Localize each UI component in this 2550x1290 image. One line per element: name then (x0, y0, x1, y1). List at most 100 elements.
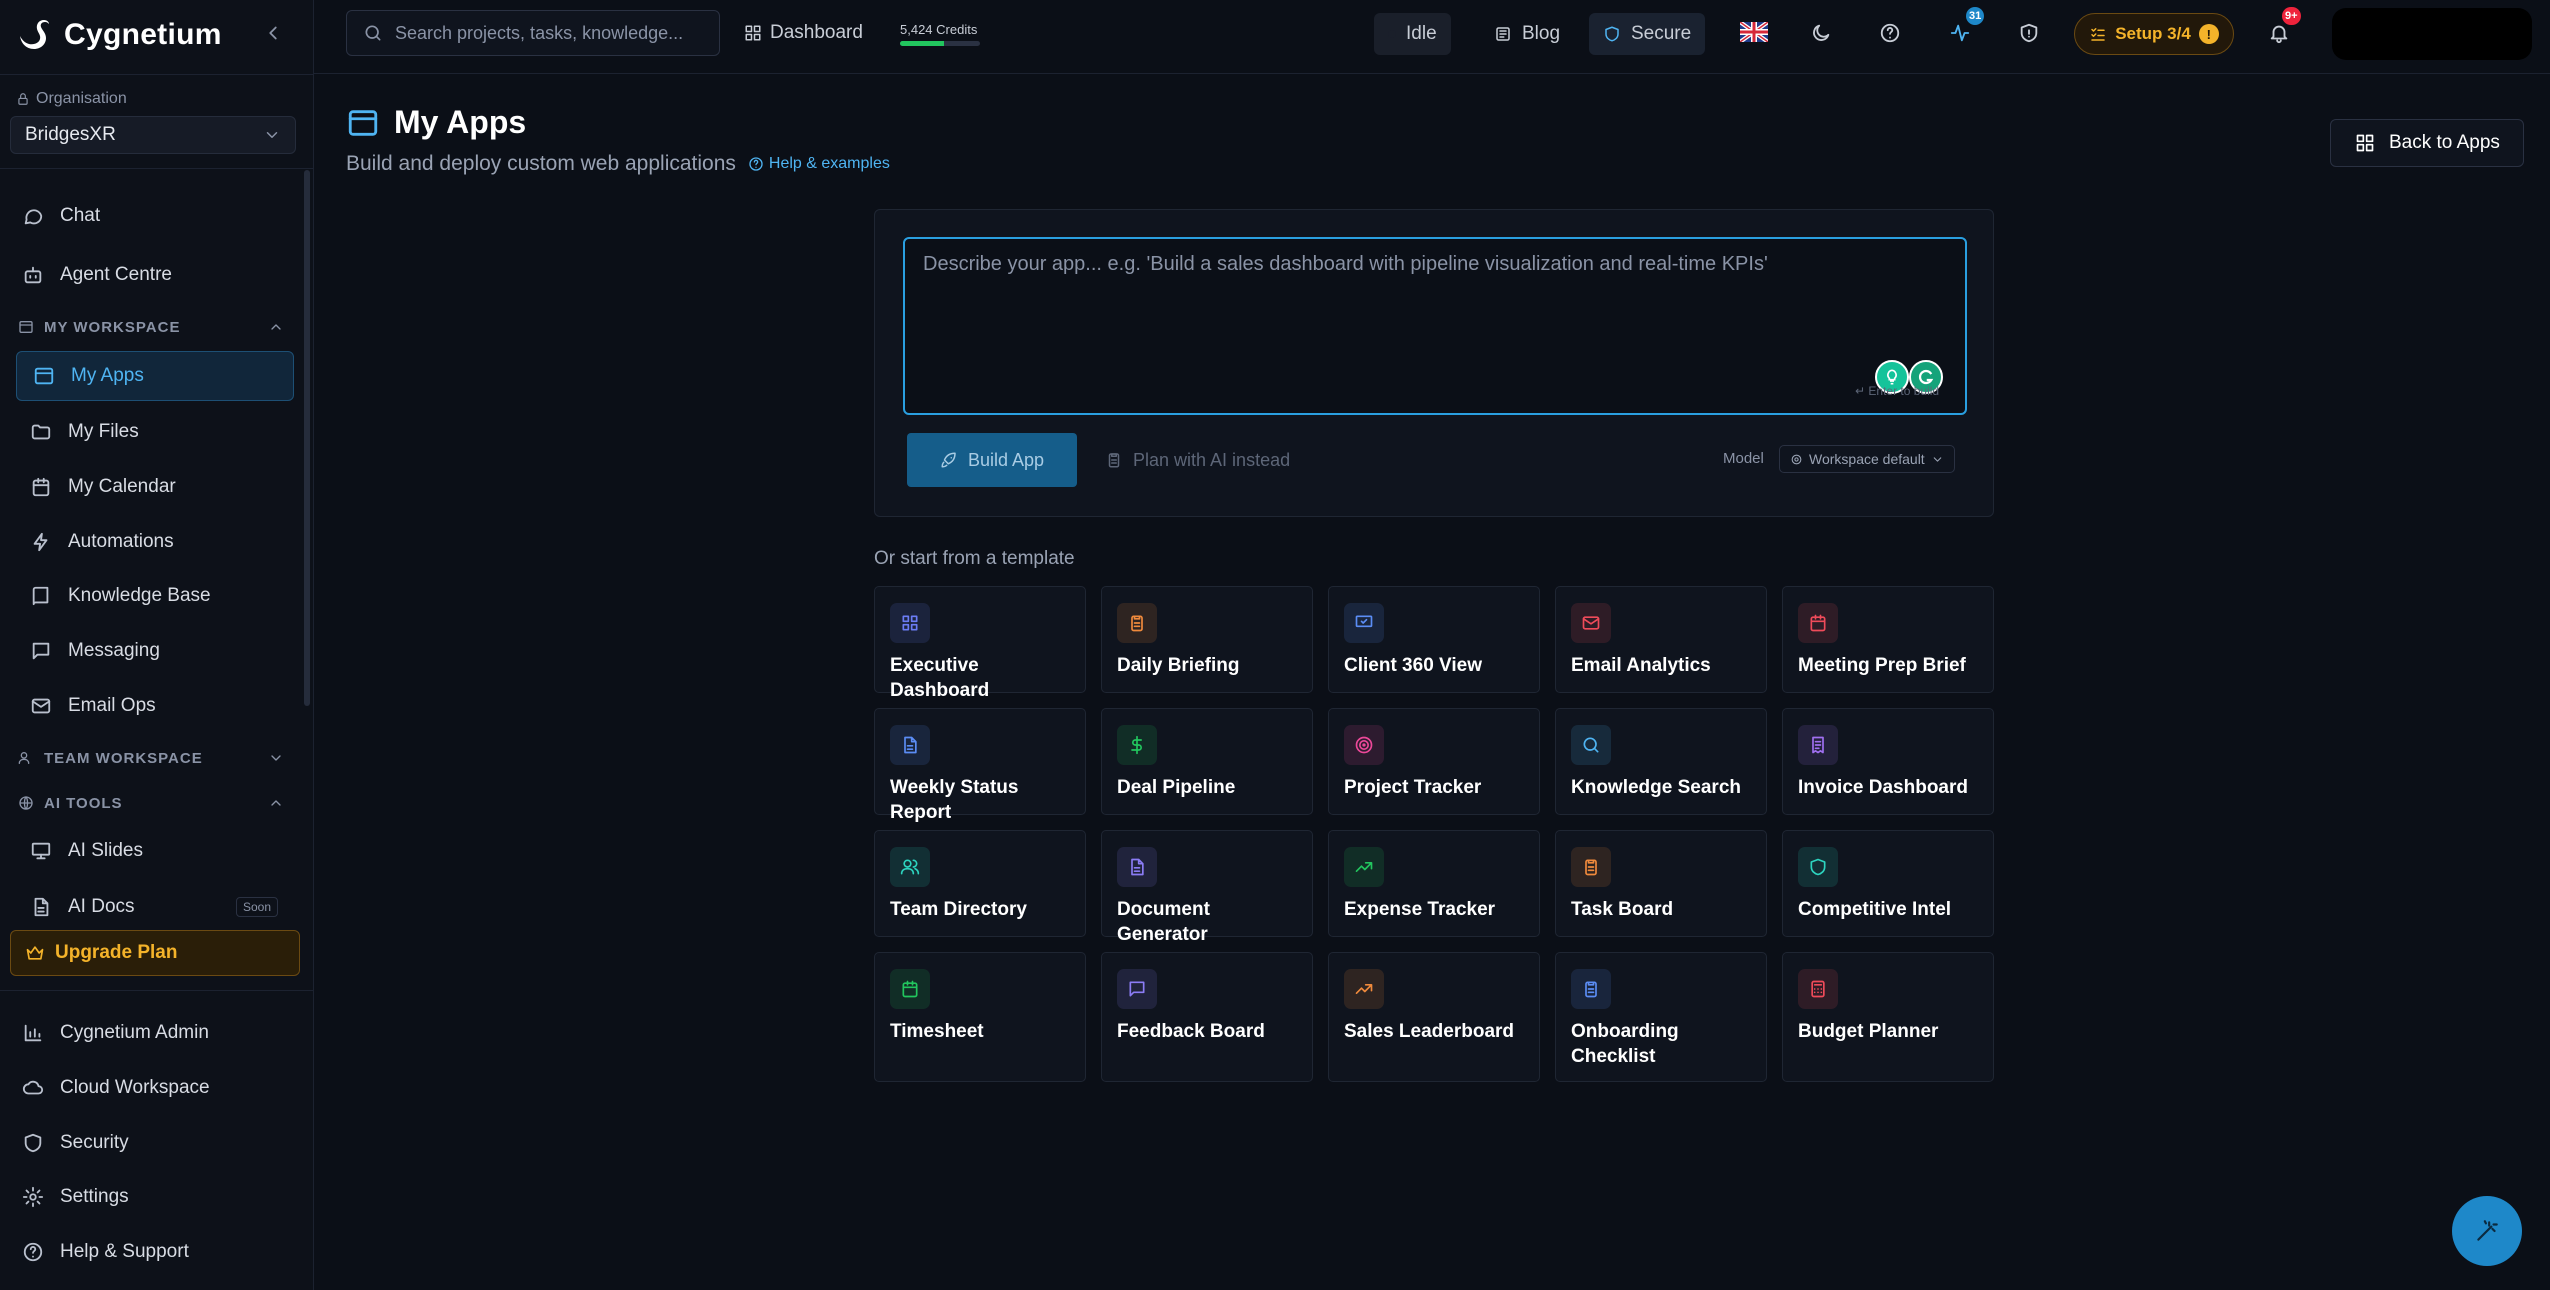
template-name: Meeting Prep Brief (1798, 655, 1966, 676)
template-card[interactable]: Budget Planner (1782, 952, 1994, 1082)
build-app-button[interactable]: Build App (907, 433, 1077, 487)
dashboard-link[interactable]: Dashboard (744, 10, 863, 56)
template-card[interactable]: Feedback Board (1101, 952, 1313, 1082)
help-examples-link[interactable]: Help & examples (748, 155, 890, 173)
sidebar-item-help-support[interactable]: Help & Support (14, 1227, 294, 1277)
template-card[interactable]: Competitive Intel (1782, 830, 1994, 937)
template-card[interactable]: Weekly Status Report (874, 708, 1086, 823)
user-menu[interactable] (2332, 8, 2532, 60)
idle-status[interactable]: Idle (1374, 13, 1451, 55)
section-team-workspace[interactable]: TEAM WORKSPACE (18, 742, 284, 774)
sidebar-scrollbar[interactable] (304, 170, 310, 706)
back-to-apps-button[interactable]: Back to Apps (2330, 119, 2524, 167)
blog-link[interactable]: Blog (1480, 13, 1574, 55)
blog-label: Blog (1522, 23, 1561, 44)
sidebar-item-label: AI Docs (68, 896, 135, 917)
template-name: Team Directory (890, 899, 1027, 920)
sidebar-item-my-calendar[interactable]: My Calendar (22, 462, 294, 512)
template-card[interactable]: Deal Pipeline (1101, 708, 1313, 815)
sidebar-item-automations[interactable]: Automations (22, 517, 294, 567)
template-card[interactable]: Sales Leaderboard (1328, 952, 1540, 1082)
soon-badge: Soon (235, 897, 278, 917)
calendar-icon (1798, 603, 1838, 643)
bell-icon[interactable] (2268, 22, 2290, 44)
status-dot (1388, 30, 1396, 38)
lock-icon (16, 92, 30, 106)
section-ai-tools[interactable]: AI TOOLS (18, 787, 284, 819)
sidebar-item-cygnetium-admin[interactable]: Cygnetium Admin (14, 1008, 294, 1058)
sidebar-item-email-ops[interactable]: Email Ops (22, 681, 294, 731)
upgrade-plan-button[interactable]: Upgrade Plan (10, 930, 300, 976)
template-card[interactable]: Onboarding Checklist (1555, 952, 1767, 1082)
section-title: MY WORKSPACE (44, 318, 181, 336)
template-card[interactable]: Team Directory (874, 830, 1086, 937)
secure-status[interactable]: Secure (1589, 13, 1706, 55)
plan-with-ai-button[interactable]: Plan with AI instead (1105, 433, 1290, 487)
search-input[interactable] (395, 22, 705, 44)
crown-icon (25, 943, 45, 963)
template-card[interactable]: Daily Briefing (1101, 586, 1313, 693)
template-card[interactable]: Timesheet (874, 952, 1086, 1082)
collapse-sidebar-icon[interactable] (262, 22, 284, 44)
clipboard-icon (1571, 969, 1611, 1009)
template-card[interactable]: Client 360 View (1328, 586, 1540, 693)
template-card[interactable]: Email Analytics (1555, 586, 1767, 693)
rocket-icon (940, 451, 958, 469)
chat-icon (22, 205, 44, 227)
activity-icon[interactable] (1949, 22, 1971, 44)
sidebar-item-my-apps[interactable]: My Apps (16, 351, 294, 401)
template-card[interactable]: Executive Dashboard (874, 586, 1086, 701)
sidebar-item-knowledge-base[interactable]: Knowledge Base (22, 571, 294, 621)
section-my-workspace[interactable]: MY WORKSPACE (18, 311, 284, 343)
app-window-icon (33, 365, 55, 387)
sidebar-item-settings[interactable]: Settings (14, 1172, 294, 1222)
sidebar-item-agent-centre[interactable]: Agent Centre (14, 250, 294, 300)
mail-icon (30, 695, 52, 717)
template-name: Timesheet (890, 1021, 984, 1042)
template-card[interactable]: Project Tracker (1328, 708, 1540, 815)
sidebar-item-security[interactable]: Security (14, 1118, 294, 1168)
template-name: Client 360 View (1344, 655, 1482, 676)
credits-meter[interactable]: 5,424 Credits (900, 22, 990, 46)
sidebar-item-label: Agent Centre (60, 264, 172, 285)
page-subtitle: Build and deploy custom web applications… (346, 152, 890, 176)
template-card[interactable]: Invoice Dashboard (1782, 708, 1994, 815)
sidebar-item-label: Automations (68, 531, 174, 552)
uk-flag-icon[interactable] (1740, 22, 1768, 42)
clipboard-icon (1117, 603, 1157, 643)
moon-icon[interactable] (1810, 22, 1832, 44)
sidebar-item-cloud-workspace[interactable]: Cloud Workspace (14, 1063, 294, 1113)
setup-progress-button[interactable]: Setup 3/4 ! (2074, 13, 2234, 55)
template-card[interactable]: Task Board (1555, 830, 1767, 937)
search-box[interactable] (346, 10, 720, 56)
sidebar-item-my-files[interactable]: My Files (22, 407, 294, 457)
sidebar-item-label: Help & Support (60, 1241, 189, 1262)
org-select[interactable]: BridgesXR (10, 116, 296, 154)
credits-bar-fill (900, 41, 944, 46)
sidebar-item-ai-slides[interactable]: AI Slides (22, 826, 294, 876)
help-circle-icon[interactable] (1879, 22, 1901, 44)
ai-assistant-button[interactable] (2452, 1196, 2522, 1266)
template-card[interactable]: Meeting Prep Brief (1782, 586, 1994, 693)
model-select[interactable]: Workspace default (1779, 445, 1955, 473)
shield-check-icon[interactable] (2018, 22, 2040, 44)
back-to-apps-label: Back to Apps (2389, 132, 2500, 153)
sidebar-item-label: My Files (68, 421, 139, 442)
template-name: Deal Pipeline (1117, 777, 1236, 798)
template-card[interactable]: Expense Tracker (1328, 830, 1540, 937)
upgrade-label: Upgrade Plan (55, 942, 178, 963)
swan-logo-icon (14, 14, 56, 56)
template-card[interactable]: Document Generator (1101, 830, 1313, 945)
sidebar-item-ai-docs[interactable]: AI Docs Soon (22, 882, 294, 932)
template-card[interactable]: Knowledge Search (1555, 708, 1767, 815)
brand[interactable]: Cygnetium (14, 10, 222, 60)
sidebar-item-messaging[interactable]: Messaging (22, 626, 294, 676)
sidebar-item-label: My Apps (71, 365, 144, 386)
app-description-input[interactable] (903, 237, 1967, 415)
build-app-label: Build App (967, 449, 1045, 470)
dashboard-label: Dashboard (770, 22, 863, 43)
cloud-icon (22, 1077, 44, 1099)
sidebar-item-chat[interactable]: Chat (14, 191, 294, 241)
org-label-text: Organisation (36, 90, 127, 107)
sparkle-wand-icon (2474, 1218, 2500, 1244)
